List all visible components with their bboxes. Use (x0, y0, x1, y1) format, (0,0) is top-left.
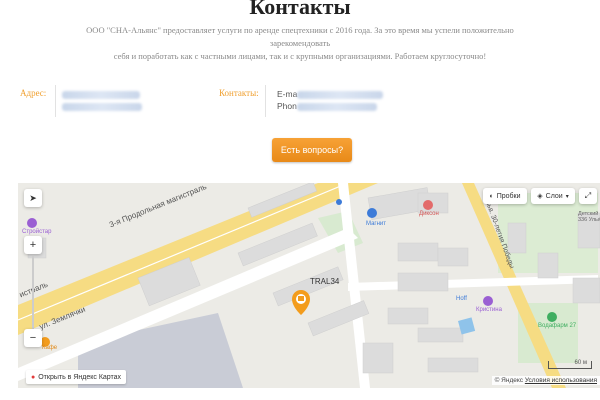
zoom-in-button[interactable]: + (24, 236, 42, 254)
traffic-button[interactable]: ◐ Пробки (483, 188, 527, 204)
marker-label: TRAL34 (310, 277, 340, 286)
contacts-label: Контакты: (219, 88, 259, 98)
poi-label: Кафе (42, 345, 58, 351)
open-in-yandex-maps-link[interactable]: ● Открыть в Яндекс Картах (26, 370, 127, 384)
fullscreen-icon: ⤢ (584, 191, 592, 200)
zoom-out-button[interactable]: − (24, 329, 42, 347)
copyright-text: © Яндекс (494, 377, 524, 384)
contacts-values: E-ma Phon (277, 88, 384, 112)
poi-label: Стройстар (22, 229, 52, 235)
fullscreen-button[interactable]: ⤢ (579, 188, 597, 204)
address-value-redacted (62, 88, 142, 112)
bus-stop-icon (336, 199, 342, 205)
arrow-icon: ➤ (29, 192, 37, 203)
shop-icon (483, 296, 493, 306)
chevron-down-icon: ▾ (565, 193, 569, 200)
poi-label: Диксон (419, 211, 439, 217)
intro-line-1: ООО "СНА-Альянс" предоставляет услуги по… (86, 25, 514, 48)
address-label: Адрес: (20, 88, 47, 98)
geolocation-button[interactable]: ➤ (24, 189, 42, 207)
traffic-label: Пробки (496, 192, 521, 200)
scale-label: 60 м (574, 360, 587, 366)
phone-prefix: Phon (277, 101, 297, 111)
layers-label: Слои (545, 192, 563, 200)
intro-line-2: себя и поработать как с частными лицами,… (113, 51, 487, 61)
shop-icon (367, 208, 377, 218)
ask-question-button[interactable]: Есть вопросы? (272, 138, 352, 162)
poi-label: Hoff (456, 296, 467, 302)
yandex-map[interactable]: 3-я Продольная магистраль ул. Землячки и… (18, 183, 600, 388)
page-title: Контакты (249, 0, 351, 19)
email-prefix: E-ma (277, 89, 298, 99)
shop-icon (27, 218, 37, 228)
map-copyright: © Яндекс Условия использования (491, 376, 600, 385)
layers-button[interactable]: ◈ Слои ▾ (531, 188, 575, 204)
scale-bar: 60 м (548, 360, 592, 369)
open-in-maps-label: Открыть в Яндекс Картах (38, 373, 122, 381)
poi-label: Водафарм 27 (538, 323, 577, 329)
poi-label: Кристина (476, 307, 502, 313)
terms-link[interactable]: Условия использования (525, 377, 597, 384)
zoom-slider-track[interactable] (32, 256, 34, 331)
shop-icon (423, 200, 433, 210)
vertical-divider (265, 85, 266, 117)
vertical-divider (55, 85, 56, 117)
pharmacy-icon (547, 312, 557, 322)
map-canvas[interactable] (18, 183, 600, 388)
poi-label: Магнит (366, 221, 387, 227)
map-pin-icon: ● (31, 373, 36, 381)
layers-icon: ◈ (537, 193, 543, 200)
intro-text: ООО "СНА-Альянс" предоставляет услуги по… (60, 24, 540, 63)
poi-label: Детский сад № 336 Улыбка (578, 211, 600, 223)
traffic-icon: ◐ (489, 192, 494, 200)
